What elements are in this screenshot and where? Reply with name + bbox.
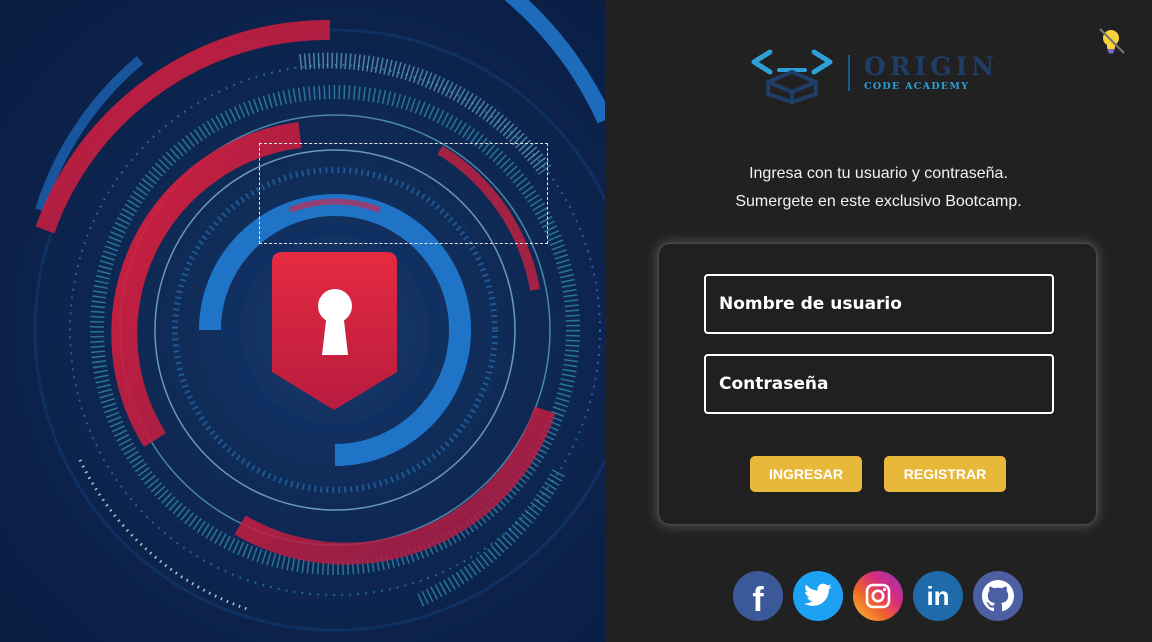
facebook-icon: f <box>752 581 764 619</box>
logo-divider <box>848 55 850 91</box>
code-brackets-box-icon <box>751 49 833 104</box>
intro-line-2: Sumergete en este exclusivo Bootcamp. <box>735 193 1022 210</box>
login-panel: ORIGIN CODE ACADEMY Ingresa con tu usuar… <box>605 0 1152 642</box>
instagram-icon <box>865 583 891 609</box>
intro-text: Ingresa con tu usuario y contraseña. Sum… <box>605 160 1152 216</box>
register-button[interactable]: REGISTRAR <box>884 456 1006 492</box>
selection-rectangle <box>259 143 548 244</box>
linkedin-link[interactable]: in <box>913 571 963 621</box>
hero-panel <box>0 0 605 642</box>
brand-text: ORIGIN CODE ACADEMY <box>864 51 999 93</box>
login-button[interactable]: INGRESAR <box>750 456 862 492</box>
hero-illustration <box>33 0 605 632</box>
github-icon <box>982 580 1014 612</box>
lightbulb-off-icon <box>1099 28 1125 54</box>
username-input[interactable] <box>704 274 1054 334</box>
instagram-link[interactable] <box>853 571 903 621</box>
brand-title: ORIGIN <box>864 51 999 81</box>
brand-logo: ORIGIN CODE ACADEMY <box>748 42 1010 104</box>
twitter-link[interactable] <box>793 571 843 621</box>
brand-subtitle: CODE ACADEMY <box>864 80 970 92</box>
password-input[interactable] <box>704 354 1054 414</box>
github-link[interactable] <box>973 571 1023 621</box>
linkedin-icon: in <box>926 580 950 611</box>
theme-toggle-button[interactable] <box>1095 24 1129 58</box>
twitter-icon <box>804 583 832 606</box>
facebook-link[interactable]: f <box>733 571 783 621</box>
intro-line-1: Ingresa con tu usuario y contraseña. <box>749 165 1008 182</box>
social-links: f in <box>733 571 1023 621</box>
login-card: INGRESAR REGISTRAR <box>658 243 1097 525</box>
